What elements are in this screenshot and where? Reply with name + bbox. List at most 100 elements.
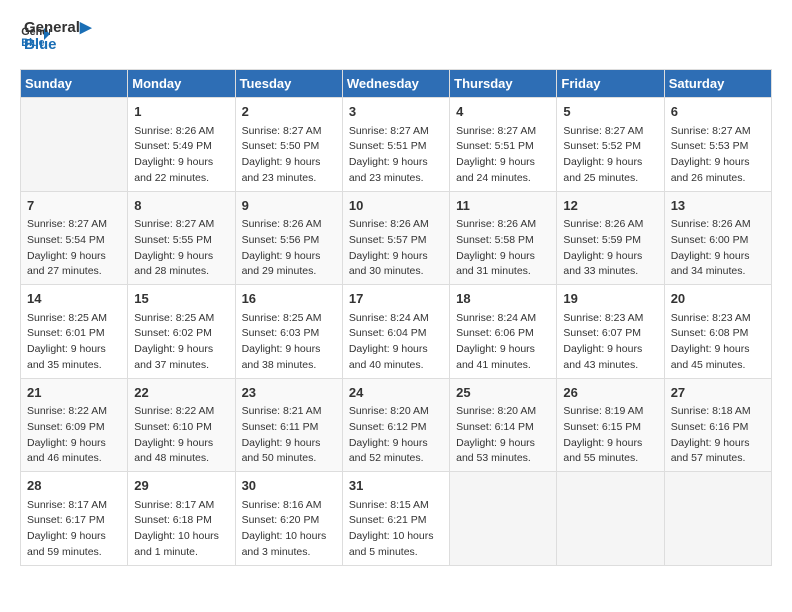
day-info: Sunrise: 8:25 AM Sunset: 6:03 PM Dayligh… — [242, 311, 336, 374]
day-number: 20 — [671, 289, 765, 309]
day-info: Sunrise: 8:17 AM Sunset: 6:17 PM Dayligh… — [27, 498, 121, 561]
calendar-day-cell — [664, 472, 771, 566]
day-number: 19 — [563, 289, 657, 309]
calendar-week-row: 1Sunrise: 8:26 AM Sunset: 5:49 PM Daylig… — [21, 98, 772, 192]
calendar-day-cell: 14Sunrise: 8:25 AM Sunset: 6:01 PM Dayli… — [21, 285, 128, 379]
weekday-header-cell: Saturday — [664, 70, 771, 98]
weekday-header-cell: Wednesday — [342, 70, 449, 98]
calendar-day-cell: 21Sunrise: 8:22 AM Sunset: 6:09 PM Dayli… — [21, 378, 128, 472]
day-info: Sunrise: 8:26 AM Sunset: 5:56 PM Dayligh… — [242, 217, 336, 280]
calendar-day-cell: 6Sunrise: 8:27 AM Sunset: 5:53 PM Daylig… — [664, 98, 771, 192]
calendar-day-cell: 23Sunrise: 8:21 AM Sunset: 6:11 PM Dayli… — [235, 378, 342, 472]
calendar-day-cell: 12Sunrise: 8:26 AM Sunset: 5:59 PM Dayli… — [557, 191, 664, 285]
calendar-day-cell: 27Sunrise: 8:18 AM Sunset: 6:16 PM Dayli… — [664, 378, 771, 472]
day-info: Sunrise: 8:24 AM Sunset: 6:06 PM Dayligh… — [456, 311, 550, 374]
calendar-week-row: 21Sunrise: 8:22 AM Sunset: 6:09 PM Dayli… — [21, 378, 772, 472]
calendar-day-cell: 16Sunrise: 8:25 AM Sunset: 6:03 PM Dayli… — [235, 285, 342, 379]
calendar-day-cell: 5Sunrise: 8:27 AM Sunset: 5:52 PM Daylig… — [557, 98, 664, 192]
day-info: Sunrise: 8:27 AM Sunset: 5:50 PM Dayligh… — [242, 124, 336, 187]
day-info: Sunrise: 8:27 AM Sunset: 5:51 PM Dayligh… — [349, 124, 443, 187]
calendar-day-cell: 4Sunrise: 8:27 AM Sunset: 5:51 PM Daylig… — [450, 98, 557, 192]
day-number: 25 — [456, 383, 550, 403]
day-info: Sunrise: 8:26 AM Sunset: 5:58 PM Dayligh… — [456, 217, 550, 280]
day-number: 18 — [456, 289, 550, 309]
calendar-day-cell: 3Sunrise: 8:27 AM Sunset: 5:51 PM Daylig… — [342, 98, 449, 192]
day-number: 24 — [349, 383, 443, 403]
day-info: Sunrise: 8:25 AM Sunset: 6:02 PM Dayligh… — [134, 311, 228, 374]
day-info: Sunrise: 8:26 AM Sunset: 5:49 PM Dayligh… — [134, 124, 228, 187]
day-info: Sunrise: 8:27 AM Sunset: 5:53 PM Dayligh… — [671, 124, 765, 187]
calendar-day-cell: 8Sunrise: 8:27 AM Sunset: 5:55 PM Daylig… — [128, 191, 235, 285]
day-number: 28 — [27, 476, 121, 496]
calendar-week-row: 28Sunrise: 8:17 AM Sunset: 6:17 PM Dayli… — [21, 472, 772, 566]
calendar-day-cell — [557, 472, 664, 566]
calendar-day-cell: 22Sunrise: 8:22 AM Sunset: 6:10 PM Dayli… — [128, 378, 235, 472]
calendar-week-row: 7Sunrise: 8:27 AM Sunset: 5:54 PM Daylig… — [21, 191, 772, 285]
calendar-day-cell: 25Sunrise: 8:20 AM Sunset: 6:14 PM Dayli… — [450, 378, 557, 472]
day-number: 30 — [242, 476, 336, 496]
day-number: 17 — [349, 289, 443, 309]
day-info: Sunrise: 8:22 AM Sunset: 6:09 PM Dayligh… — [27, 404, 121, 467]
day-info: Sunrise: 8:17 AM Sunset: 6:18 PM Dayligh… — [134, 498, 228, 561]
day-number: 11 — [456, 196, 550, 216]
day-info: Sunrise: 8:23 AM Sunset: 6:07 PM Dayligh… — [563, 311, 657, 374]
day-number: 1 — [134, 102, 228, 122]
calendar-day-cell: 29Sunrise: 8:17 AM Sunset: 6:18 PM Dayli… — [128, 472, 235, 566]
day-number: 15 — [134, 289, 228, 309]
day-number: 14 — [27, 289, 121, 309]
calendar-day-cell: 11Sunrise: 8:26 AM Sunset: 5:58 PM Dayli… — [450, 191, 557, 285]
weekday-header-row: SundayMondayTuesdayWednesdayThursdayFrid… — [21, 70, 772, 98]
day-info: Sunrise: 8:19 AM Sunset: 6:15 PM Dayligh… — [563, 404, 657, 467]
calendar-day-cell: 20Sunrise: 8:23 AM Sunset: 6:08 PM Dayli… — [664, 285, 771, 379]
day-info: Sunrise: 8:20 AM Sunset: 6:14 PM Dayligh… — [456, 404, 550, 467]
day-number: 6 — [671, 102, 765, 122]
calendar-week-row: 14Sunrise: 8:25 AM Sunset: 6:01 PM Dayli… — [21, 285, 772, 379]
calendar-day-cell: 9Sunrise: 8:26 AM Sunset: 5:56 PM Daylig… — [235, 191, 342, 285]
day-info: Sunrise: 8:27 AM Sunset: 5:54 PM Dayligh… — [27, 217, 121, 280]
day-info: Sunrise: 8:26 AM Sunset: 5:57 PM Dayligh… — [349, 217, 443, 280]
calendar-day-cell: 28Sunrise: 8:17 AM Sunset: 6:17 PM Dayli… — [21, 472, 128, 566]
calendar-day-cell: 24Sunrise: 8:20 AM Sunset: 6:12 PM Dayli… — [342, 378, 449, 472]
calendar-day-cell: 13Sunrise: 8:26 AM Sunset: 6:00 PM Dayli… — [664, 191, 771, 285]
day-info: Sunrise: 8:16 AM Sunset: 6:20 PM Dayligh… — [242, 498, 336, 561]
day-number: 10 — [349, 196, 443, 216]
day-info: Sunrise: 8:20 AM Sunset: 6:12 PM Dayligh… — [349, 404, 443, 467]
day-info: Sunrise: 8:26 AM Sunset: 5:59 PM Dayligh… — [563, 217, 657, 280]
calendar-body: 1Sunrise: 8:26 AM Sunset: 5:49 PM Daylig… — [21, 98, 772, 566]
weekday-header-cell: Friday — [557, 70, 664, 98]
day-number: 26 — [563, 383, 657, 403]
day-info: Sunrise: 8:18 AM Sunset: 6:16 PM Dayligh… — [671, 404, 765, 467]
day-number: 31 — [349, 476, 443, 496]
day-number: 2 — [242, 102, 336, 122]
calendar-day-cell: 15Sunrise: 8:25 AM Sunset: 6:02 PM Dayli… — [128, 285, 235, 379]
day-info: Sunrise: 8:21 AM Sunset: 6:11 PM Dayligh… — [242, 404, 336, 467]
calendar-day-cell: 31Sunrise: 8:15 AM Sunset: 6:21 PM Dayli… — [342, 472, 449, 566]
day-number: 29 — [134, 476, 228, 496]
day-info: Sunrise: 8:26 AM Sunset: 6:00 PM Dayligh… — [671, 217, 765, 280]
day-number: 3 — [349, 102, 443, 122]
day-info: Sunrise: 8:25 AM Sunset: 6:01 PM Dayligh… — [27, 311, 121, 374]
day-info: Sunrise: 8:24 AM Sunset: 6:04 PM Dayligh… — [349, 311, 443, 374]
calendar-day-cell — [450, 472, 557, 566]
weekday-header-cell: Sunday — [21, 70, 128, 98]
calendar-day-cell: 7Sunrise: 8:27 AM Sunset: 5:54 PM Daylig… — [21, 191, 128, 285]
day-info: Sunrise: 8:27 AM Sunset: 5:51 PM Dayligh… — [456, 124, 550, 187]
calendar-day-cell — [21, 98, 128, 192]
day-number: 4 — [456, 102, 550, 122]
calendar-day-cell: 2Sunrise: 8:27 AM Sunset: 5:50 PM Daylig… — [235, 98, 342, 192]
day-number: 16 — [242, 289, 336, 309]
weekday-header-cell: Thursday — [450, 70, 557, 98]
day-info: Sunrise: 8:27 AM Sunset: 5:52 PM Dayligh… — [563, 124, 657, 187]
calendar-day-cell: 26Sunrise: 8:19 AM Sunset: 6:15 PM Dayli… — [557, 378, 664, 472]
day-number: 23 — [242, 383, 336, 403]
day-number: 5 — [563, 102, 657, 122]
day-info: Sunrise: 8:22 AM Sunset: 6:10 PM Dayligh… — [134, 404, 228, 467]
calendar-day-cell: 17Sunrise: 8:24 AM Sunset: 6:04 PM Dayli… — [342, 285, 449, 379]
day-number: 27 — [671, 383, 765, 403]
page-header: General Blue General▶ Blue — [20, 20, 772, 53]
calendar-day-cell: 1Sunrise: 8:26 AM Sunset: 5:49 PM Daylig… — [128, 98, 235, 192]
calendar-day-cell: 30Sunrise: 8:16 AM Sunset: 6:20 PM Dayli… — [235, 472, 342, 566]
weekday-header-cell: Tuesday — [235, 70, 342, 98]
day-number: 8 — [134, 196, 228, 216]
calendar-day-cell: 18Sunrise: 8:24 AM Sunset: 6:06 PM Dayli… — [450, 285, 557, 379]
